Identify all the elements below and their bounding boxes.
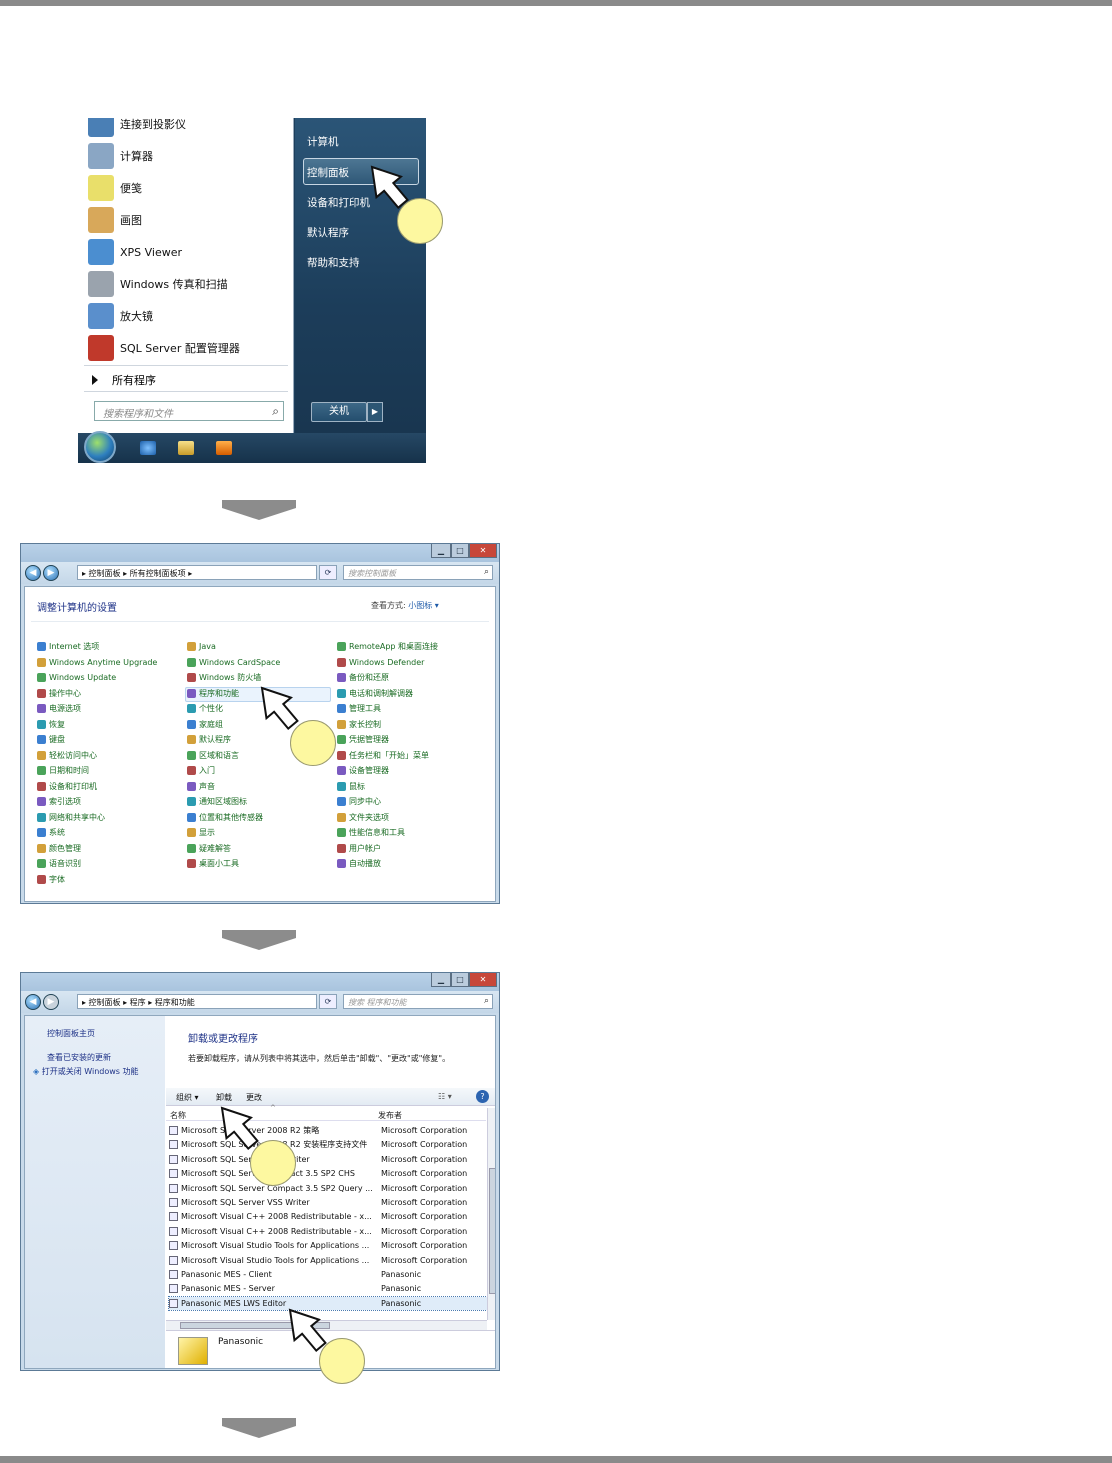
annotation-overlay [220,165,409,1353]
step-marker [397,198,443,244]
step-marker [319,1338,365,1384]
step-marker [250,1140,296,1186]
step-marker [290,720,336,766]
